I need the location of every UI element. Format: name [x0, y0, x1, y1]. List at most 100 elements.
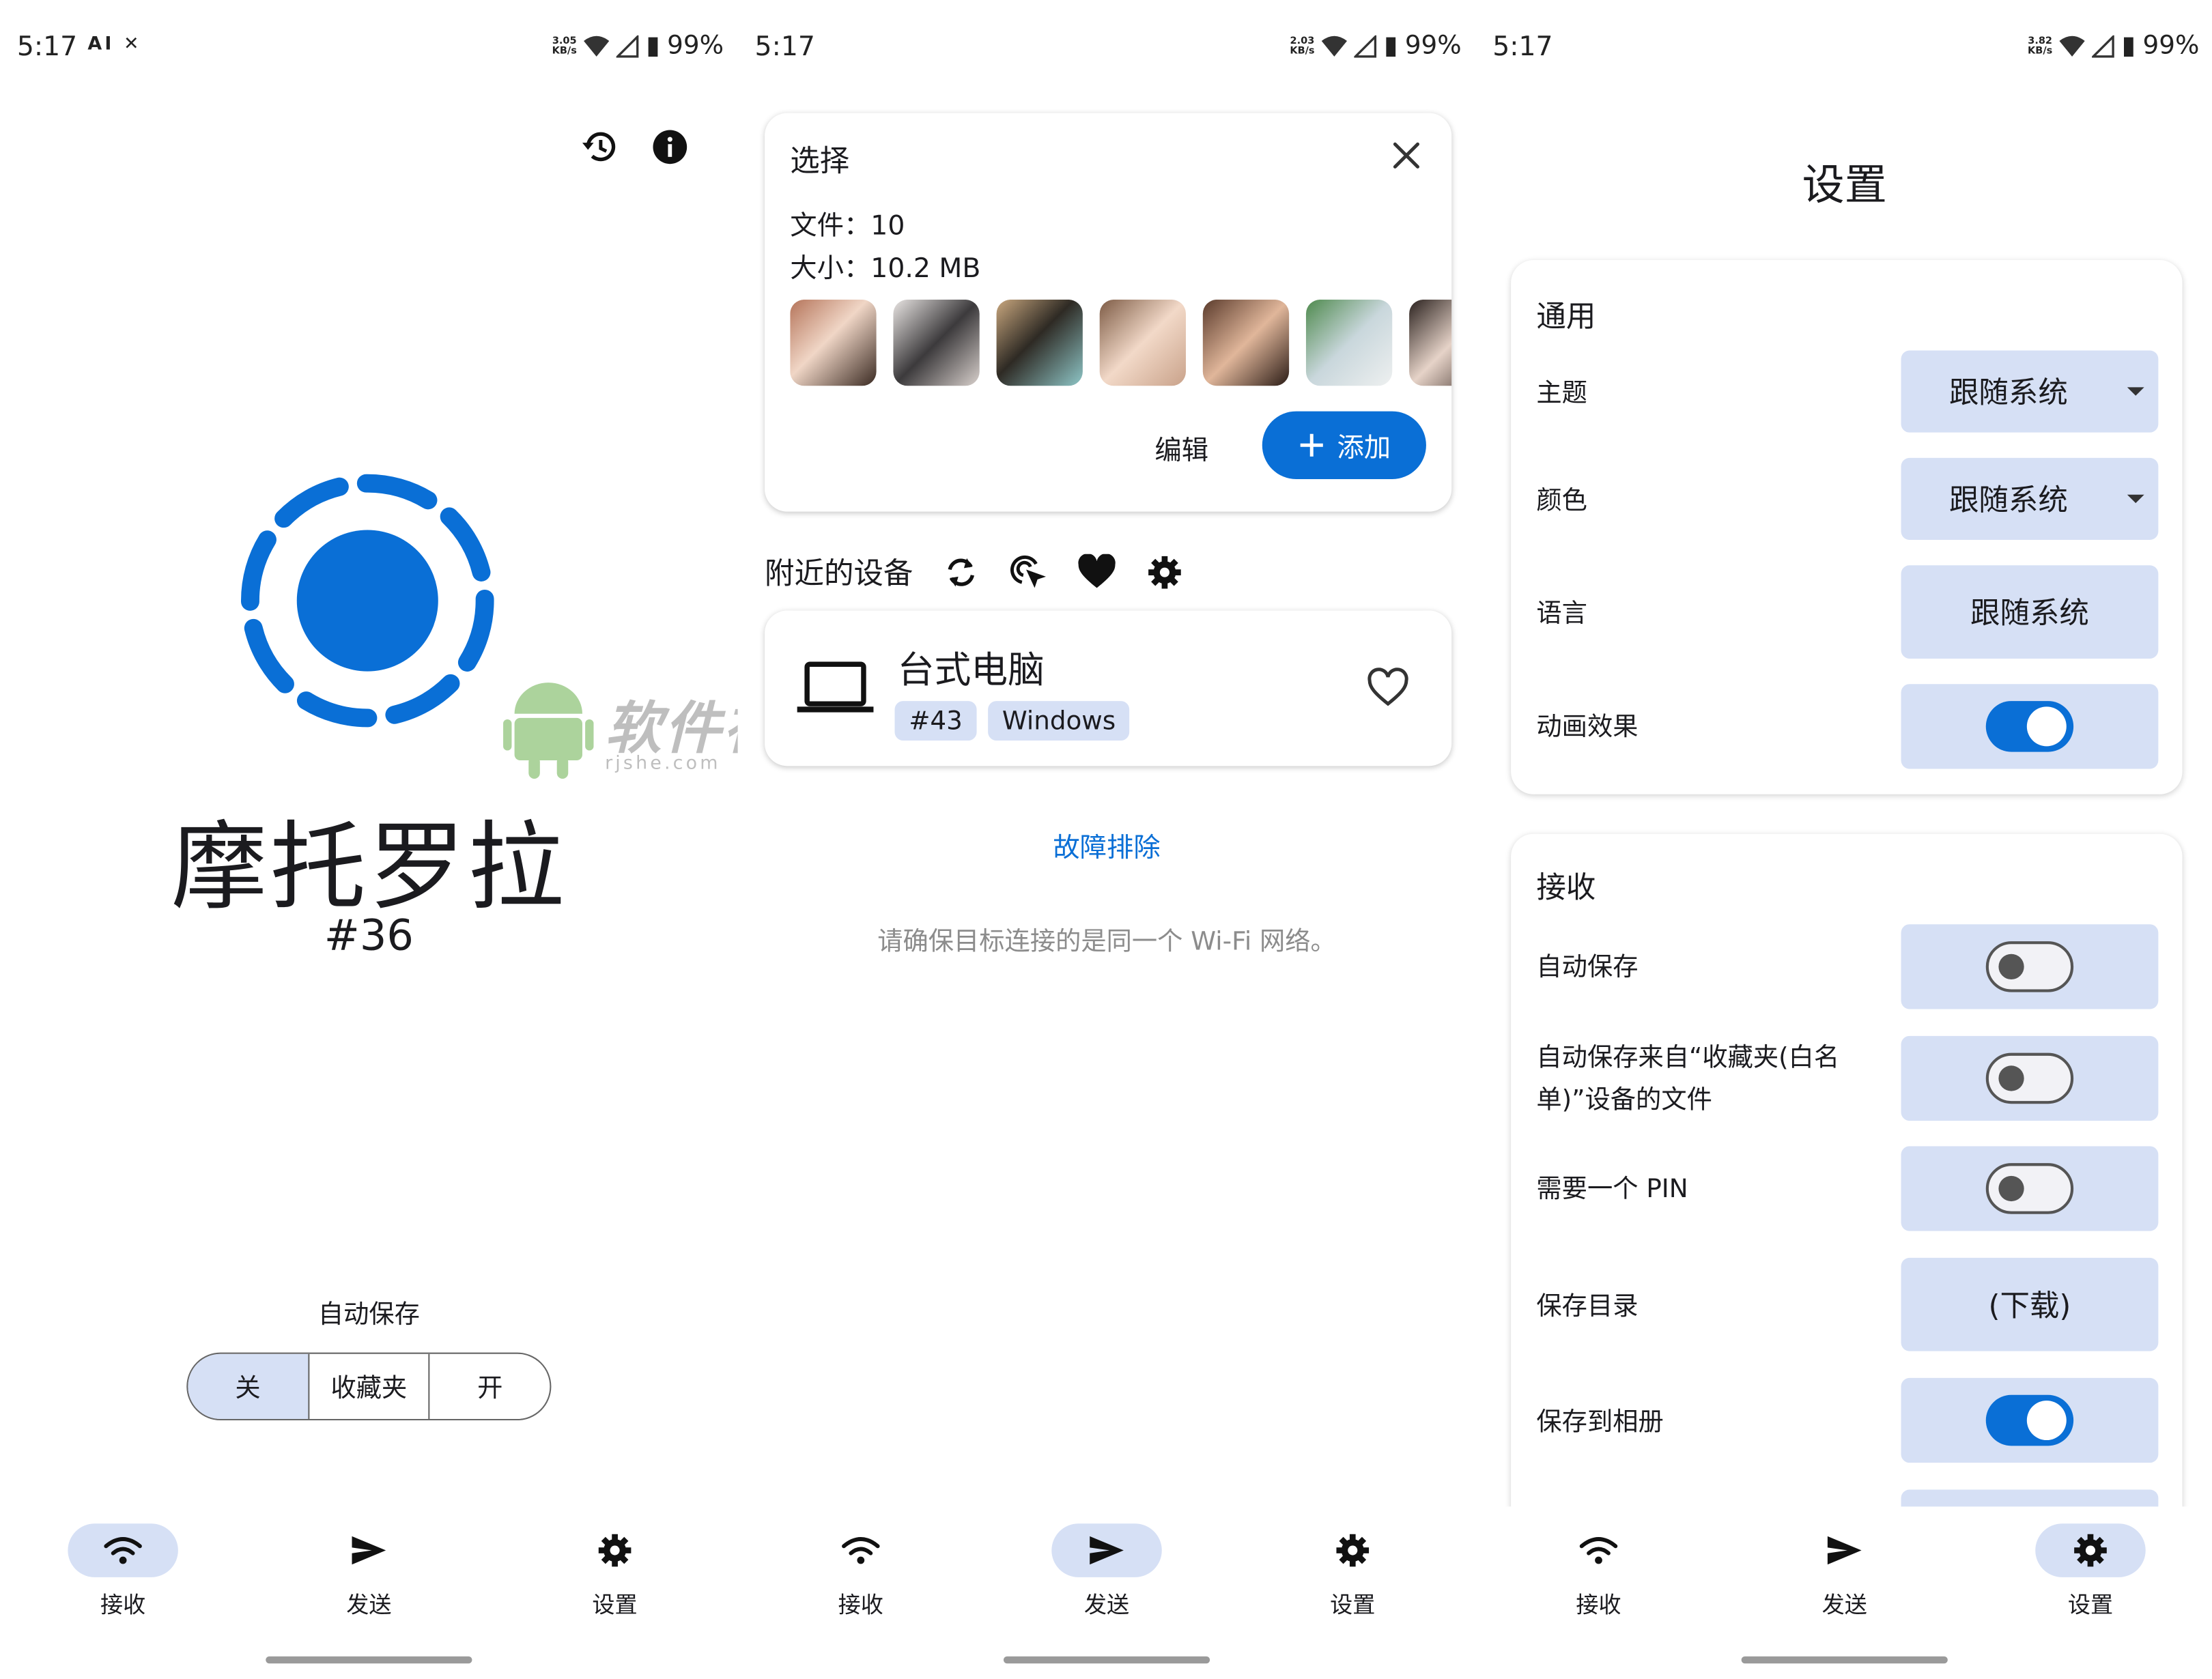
animation-label: 动画效果	[1536, 712, 1639, 743]
device-os-chip: Windows	[988, 701, 1130, 741]
nav-receive-label: 接收	[100, 1591, 146, 1618]
segment-off[interactable]: 关	[188, 1353, 309, 1419]
nav-settings-label: 设置	[592, 1591, 638, 1618]
thumbnail-strip[interactable]	[790, 299, 1452, 387]
thumbnail[interactable]	[1202, 299, 1290, 386]
auto-save-toggle[interactable]	[1985, 941, 2074, 992]
thumbnail[interactable]	[1099, 299, 1186, 386]
nav-send[interactable]: 发送	[305, 1523, 432, 1620]
troubleshoot-link[interactable]: 故障排除	[738, 827, 1476, 865]
send-icon	[1090, 1536, 1124, 1565]
nav-receive-label: 接收	[838, 1591, 883, 1618]
auto-save-favorites-toggle-box[interactable]	[1901, 1035, 2159, 1121]
bottom-nav: 接收 发送 设置	[1475, 1523, 2212, 1637]
battery-icon: ▮	[1383, 31, 1398, 61]
nav-settings-label: 设置	[2067, 1591, 2114, 1618]
settings-screen: 5:17 3.82 KB/s ▮ 99% 设置 通用 主题 跟随系统 颜色 跟随系…	[1475, 0, 2212, 1679]
gear-icon	[598, 1534, 632, 1567]
page-title: 设置	[1802, 161, 1887, 211]
nav-receive-label: 接收	[1576, 1591, 1621, 1618]
dropdown-arrow-icon	[2127, 494, 2144, 504]
thumbnail[interactable]	[1409, 299, 1452, 386]
battery-icon: ▮	[2121, 31, 2136, 61]
auto-save-toggle-box[interactable]	[1901, 924, 2159, 1009]
thumbnail[interactable]	[893, 299, 980, 386]
save-to-gallery-toggle[interactable]	[1985, 1394, 2074, 1446]
signal-icon	[2092, 34, 2114, 57]
gesture-handle	[266, 1656, 472, 1664]
wifi-status-icon	[2059, 35, 2085, 56]
require-pin-toggle-box[interactable]	[1901, 1146, 2159, 1231]
theme-label: 主题	[1536, 378, 1587, 409]
nav-send[interactable]: 发送	[1043, 1523, 1170, 1620]
send-screen: 5:17 2.03 KB/s ▮ 99% 选择 文件：10 大小：10.2 MB …	[737, 0, 1476, 1679]
wifi-icon	[1579, 1537, 1618, 1564]
watermark-subtitle: rjshe.com	[605, 753, 721, 775]
nav-settings[interactable]: 设置	[1289, 1523, 1416, 1620]
require-pin-toggle[interactable]	[1985, 1163, 2074, 1214]
thumbnail[interactable]	[1305, 299, 1393, 386]
thumbnail[interactable]	[996, 299, 1083, 386]
net-speed: 3.05 KB/s	[552, 34, 577, 56]
close-icon[interactable]	[1387, 136, 1426, 175]
save-directory-label: 保存目录	[1536, 1291, 1639, 1322]
refresh-icon[interactable]	[941, 553, 981, 592]
nearby-devices-title: 附近的设备	[765, 556, 913, 591]
status-bar: 5:17 2.03 KB/s ▮ 99%	[755, 25, 1462, 68]
add-button[interactable]: 添加	[1262, 411, 1426, 479]
history-icon[interactable]	[580, 127, 619, 167]
bottom-nav: 接收 发送 设置	[738, 1523, 1476, 1637]
auto-save-favorites-toggle[interactable]	[1985, 1052, 2074, 1104]
save-directory-button[interactable]: (下载)	[1901, 1257, 2159, 1351]
info-icon[interactable]	[650, 127, 690, 167]
battery-level: 99%	[2142, 31, 2200, 61]
save-to-gallery-toggle-box[interactable]	[1901, 1377, 2159, 1463]
general-settings-card: 通用 主题 跟随系统 颜色 跟随系统 语言 跟随系统 动画效果	[1511, 260, 2183, 794]
status-app-icons: AI ✕	[87, 33, 142, 55]
selection-card: 选择 文件：10 大小：10.2 MB 编辑 添加	[765, 113, 1452, 512]
laptop-icon	[797, 661, 874, 713]
gear-icon	[1336, 1534, 1370, 1567]
nav-send-label: 发送	[1083, 1591, 1130, 1618]
wifi-status-icon	[1321, 35, 1348, 56]
nav-settings[interactable]: 设置	[551, 1523, 678, 1620]
nav-receive[interactable]: 接收	[59, 1523, 186, 1620]
device-logo-icon	[240, 474, 494, 728]
battery-icon: ▮	[646, 31, 660, 61]
signal-icon	[1354, 34, 1377, 57]
nav-receive[interactable]: 接收	[797, 1523, 924, 1620]
auto-save-label: 自动保存	[1536, 952, 1639, 983]
device-name: 台式电脑	[897, 650, 1045, 693]
thumbnail[interactable]	[790, 299, 877, 386]
segment-favorites[interactable]: 收藏夹	[309, 1353, 431, 1419]
battery-level: 99%	[1404, 31, 1462, 61]
animation-toggle[interactable]	[1985, 701, 2074, 752]
watermark-title: 软件社	[605, 696, 738, 762]
language-button[interactable]: 跟随系统	[1901, 565, 2159, 659]
send-icon	[1827, 1536, 1862, 1565]
theme-dropdown[interactable]: 跟随系统	[1901, 350, 2159, 433]
target-click-icon[interactable]	[1009, 553, 1049, 592]
device-number-chip: #43	[894, 701, 977, 741]
gear-icon[interactable]	[1145, 553, 1185, 592]
language-label: 语言	[1536, 599, 1587, 629]
animation-toggle-box[interactable]	[1901, 684, 2159, 769]
selection-size: 大小：10.2 MB	[790, 253, 981, 285]
favorite-heart-icon[interactable]	[1367, 667, 1409, 709]
wifi-hint: 请确保目标连接的是同一个 Wi-Fi 网络。	[877, 927, 1336, 957]
require-pin-label: 需要一个 PIN	[1536, 1174, 1688, 1205]
color-dropdown[interactable]: 跟随系统	[1901, 457, 2159, 541]
receive-screen: 5:17 AI ✕ 3.05KB/s ▮ 99% 软件社	[0, 0, 738, 1679]
selection-title: 选择	[790, 144, 850, 178]
heart-filled-icon[interactable]	[1077, 553, 1117, 592]
nav-send-label: 发送	[346, 1591, 392, 1618]
gesture-handle	[1741, 1656, 1948, 1664]
nav-settings[interactable]: 设置	[2027, 1523, 2154, 1620]
theme-value: 跟随系统	[1948, 375, 2068, 410]
nav-send[interactable]: 发送	[1781, 1523, 1908, 1620]
nearby-device-card[interactable]: 台式电脑 #43 Windows	[765, 610, 1452, 766]
receive-settings-card: 接收 自动保存 自动保存来自“收藏夹(白名单)”设备的文件 需要一个 PIN 保…	[1511, 833, 2183, 1575]
segment-on[interactable]: 开	[430, 1354, 550, 1419]
edit-button[interactable]: 编辑	[1154, 429, 1208, 468]
nav-receive[interactable]: 接收	[1535, 1523, 1662, 1620]
